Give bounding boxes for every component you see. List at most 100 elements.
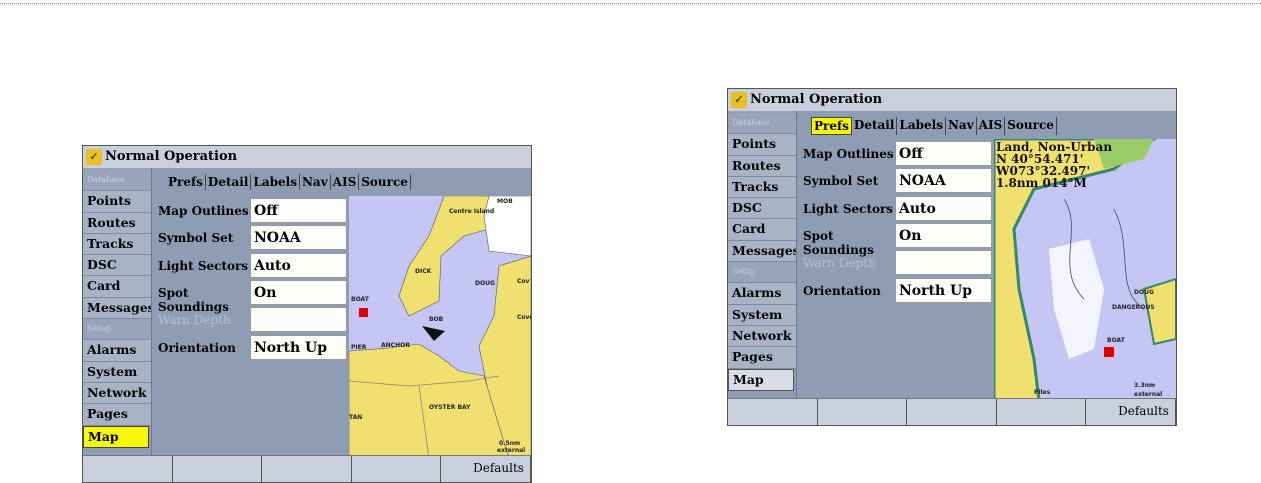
- garmin-screen-right: ✓ Normal Operation Database Points Routes Tra…: [727, 88, 1177, 426]
- softkey-bar: Defaults: [83, 455, 531, 482]
- sidebar-item-alarms[interactable]: Alarms: [728, 283, 796, 305]
- setting-label: Map Outlines: [158, 204, 249, 218]
- setting-value-light-sectors[interactable]: Auto: [895, 195, 992, 221]
- sidebar-header-database: Database: [728, 113, 796, 135]
- setting-label: Light Sectors: [158, 258, 249, 273]
- softkey-3[interactable]: [907, 399, 997, 425]
- map-label: external: [497, 447, 526, 454]
- map-label: Piles: [1034, 389, 1051, 396]
- title-bar: ✓ Normal Operation: [83, 146, 531, 169]
- map-label: TAN: [349, 414, 363, 421]
- sidebar-header-database: Database: [83, 170, 151, 192]
- sidebar-item-points[interactable]: Points: [83, 191, 151, 213]
- setting-value-warn-depth[interactable]: [250, 307, 347, 333]
- sidebar-item-messages[interactable]: Messages: [728, 240, 800, 263]
- tab-labels[interactable]: Labels: [897, 117, 946, 135]
- map-label: 0.5nm: [499, 440, 521, 447]
- map-label: 3.3nm: [1134, 382, 1156, 389]
- setting-value-light-sectors[interactable]: Auto: [250, 252, 347, 278]
- map-label: external: [1134, 391, 1163, 398]
- setting-value-orientation[interactable]: North Up: [895, 277, 992, 303]
- sidebar-item-tracks[interactable]: Tracks: [83, 233, 151, 256]
- sidebar-item-pages[interactable]: Pages: [83, 404, 151, 426]
- map-label: BOAT: [351, 296, 369, 303]
- map-label: DICK: [415, 268, 432, 275]
- sidebar-item-network[interactable]: Network: [728, 325, 796, 348]
- setting-label: Warn Depth: [158, 313, 231, 328]
- chart-map: [349, 196, 531, 458]
- sidebar-item-network[interactable]: Network: [83, 382, 151, 405]
- tab-prefs[interactable]: Prefs: [811, 117, 852, 135]
- sidebar-item-tracks[interactable]: Tracks: [728, 176, 796, 199]
- tab-nav[interactable]: Nav: [946, 117, 977, 135]
- tab-ais[interactable]: AIS: [331, 174, 360, 190]
- map-label: BOB: [429, 316, 444, 323]
- setting-value-spot-soundings[interactable]: On: [895, 222, 992, 248]
- softkey-defaults[interactable]: Defaults: [441, 456, 531, 482]
- tab-source[interactable]: Source: [1005, 117, 1057, 135]
- setting-value-symbol-set[interactable]: NOAA: [250, 225, 347, 251]
- softkey-1[interactable]: [83, 456, 173, 482]
- sidebar-item-routes[interactable]: Routes: [728, 155, 796, 177]
- sidebar-item-system[interactable]: System: [728, 304, 796, 326]
- softkey-1[interactable]: [728, 399, 818, 425]
- tab-prefs[interactable]: Prefs: [166, 174, 206, 190]
- sidebar: Database Points Routes Tracks DSC Card Message…: [728, 113, 800, 391]
- sidebar-item-card[interactable]: Card: [83, 276, 151, 298]
- setting-label: Spot Soundings: [158, 285, 229, 314]
- sidebar-item-system[interactable]: System: [83, 361, 151, 383]
- sidebar-item-map[interactable]: Map: [728, 368, 794, 391]
- settings-panel: Prefs Detail Labels Nav AIS Source Map Outline…: [151, 168, 531, 458]
- map-label: MOB: [497, 198, 513, 205]
- top-rule: [0, 3, 1261, 4]
- map-label: Cove: [517, 314, 531, 321]
- setting-label: Symbol Set: [158, 231, 234, 246]
- tab-detail[interactable]: Detail: [852, 117, 898, 135]
- sidebar: Database Points Routes Tracks DSC Card Message…: [83, 170, 155, 448]
- setting-value-warn-depth[interactable]: [895, 250, 992, 276]
- map-label: DOUG: [475, 280, 495, 287]
- tab-detail[interactable]: Detail: [206, 174, 252, 190]
- setting-value-map-outlines[interactable]: Off: [895, 141, 992, 166]
- softkey-4[interactable]: [997, 399, 1087, 425]
- map-preview: DANGEROUS BOAT Piles DOUG 3.3nm external Land,…: [994, 139, 1176, 401]
- map-info: Land, Non-Urban N 40°54.471' W073°32.497' 1…: [996, 141, 1112, 189]
- setting-value-orientation[interactable]: North Up: [250, 334, 347, 360]
- sidebar-item-points[interactable]: Points: [728, 134, 796, 156]
- tab-source[interactable]: Source: [359, 174, 411, 190]
- setting-label: Spot Soundings: [803, 228, 874, 257]
- tab-nav[interactable]: Nav: [300, 174, 331, 190]
- softkey-2[interactable]: [818, 399, 908, 425]
- sidebar-item-dsc[interactable]: DSC: [83, 255, 151, 277]
- window-title: Normal Operation: [750, 92, 883, 107]
- map-info-bearing: 014°M: [1042, 176, 1087, 190]
- setting-label: Orientation: [803, 283, 881, 298]
- title-bar: ✓ Normal Operation: [728, 89, 1176, 112]
- setting-value-spot-soundings[interactable]: On: [250, 279, 347, 305]
- sidebar-header-setup: Setup: [728, 262, 796, 284]
- map-info-distance: 1.8nm: [996, 176, 1039, 190]
- sidebar-item-map[interactable]: Map: [83, 425, 149, 448]
- sidebar-item-routes[interactable]: Routes: [83, 212, 151, 234]
- softkey-2[interactable]: [173, 456, 263, 482]
- sidebar-item-alarms[interactable]: Alarms: [83, 340, 151, 362]
- softkey-bar: Defaults: [728, 398, 1176, 425]
- map-info-nav: 1.8nm 014°M: [996, 177, 1112, 189]
- map-label: PIER: [351, 344, 367, 351]
- settings-panel: Prefs Detail Labels Nav AIS Source Map Outline…: [796, 111, 1176, 401]
- sidebar-item-dsc[interactable]: DSC: [728, 198, 796, 220]
- sidebar-item-card[interactable]: Card: [728, 219, 796, 241]
- setting-label: Warn Depth: [803, 256, 876, 271]
- map-label: Centre Island: [449, 208, 495, 215]
- sidebar-item-pages[interactable]: Pages: [728, 347, 796, 369]
- softkey-defaults[interactable]: Defaults: [1086, 399, 1176, 425]
- setting-value-map-outlines[interactable]: Off: [250, 198, 347, 223]
- setting-value-symbol-set[interactable]: NOAA: [895, 168, 992, 194]
- map-label: BOAT: [1107, 337, 1125, 344]
- tab-labels[interactable]: Labels: [251, 174, 300, 190]
- softkey-3[interactable]: [262, 456, 352, 482]
- map-label: OYSTER BAY: [429, 404, 471, 411]
- sidebar-item-messages[interactable]: Messages: [83, 297, 155, 320]
- softkey-4[interactable]: [352, 456, 442, 482]
- tab-ais[interactable]: AIS: [977, 117, 1006, 135]
